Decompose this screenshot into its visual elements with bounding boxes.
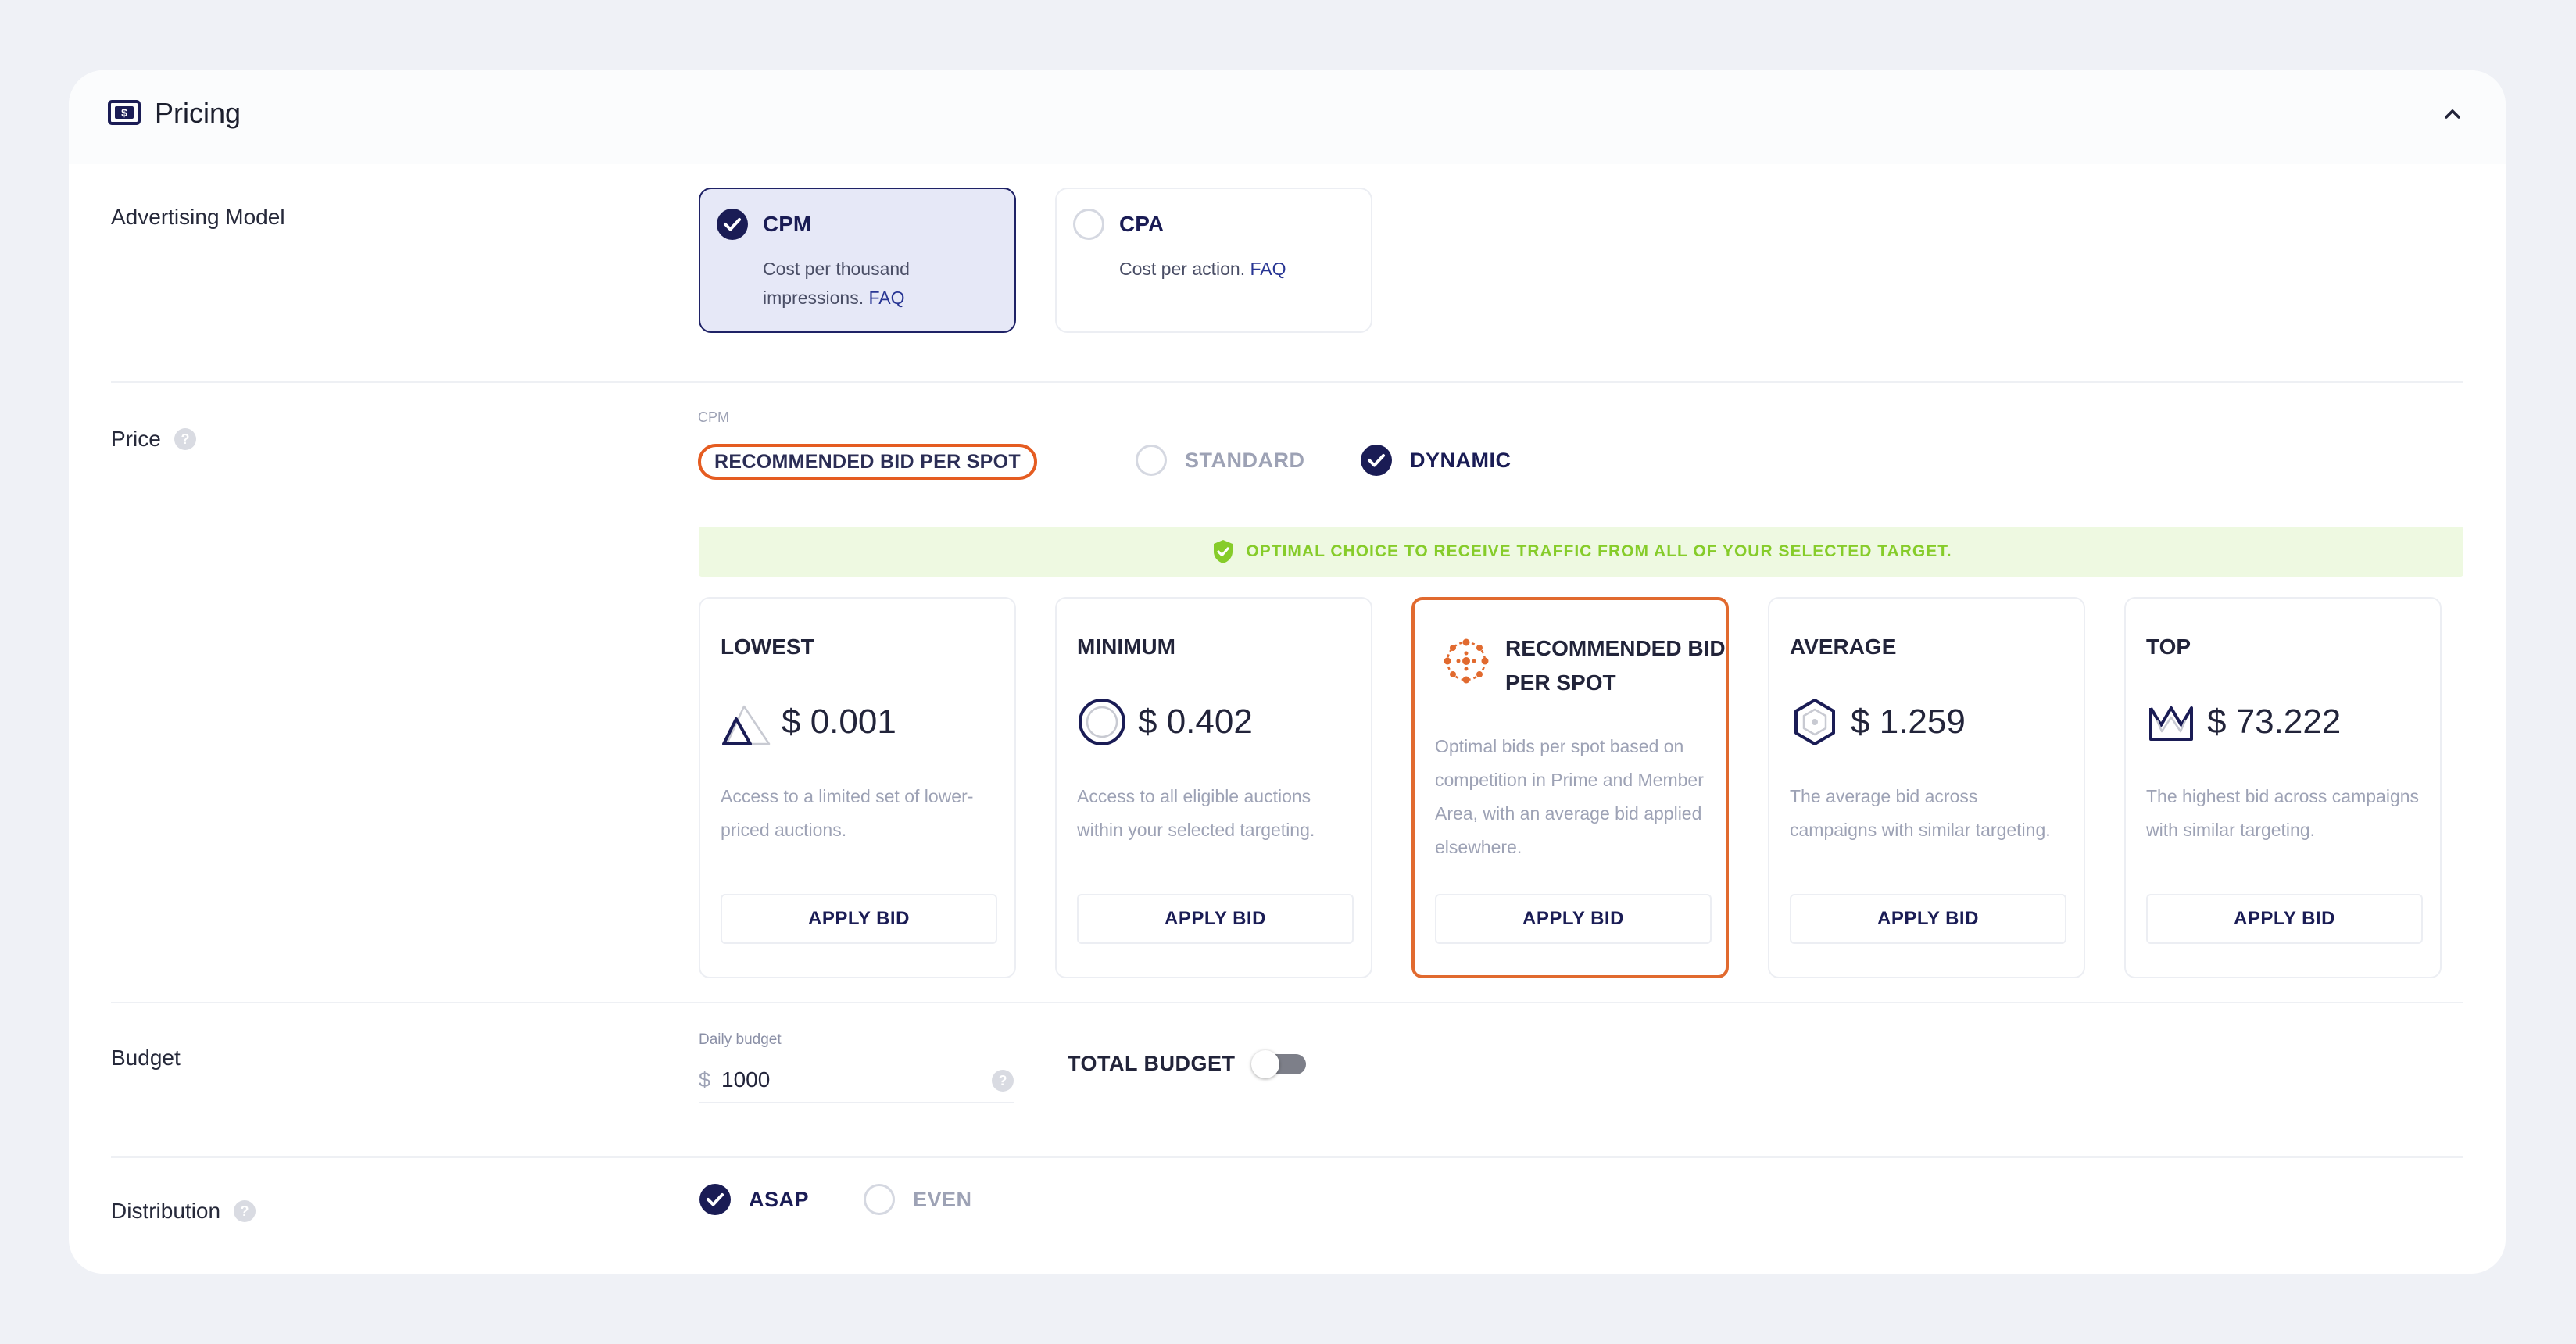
price-mode-label: STANDARD <box>1185 448 1305 472</box>
bid-title: LOWEST <box>721 634 814 659</box>
budget-label: Budget <box>111 1042 181 1074</box>
faq-link[interactable]: FAQ <box>869 288 905 308</box>
divider <box>111 1002 2463 1003</box>
model-card-cpa[interactable]: CPA Cost per action. FAQ <box>1055 188 1372 333</box>
price-label: Price ? <box>111 424 197 455</box>
svg-text:?: ? <box>181 431 189 447</box>
help-icon[interactable]: ? <box>233 1199 256 1223</box>
circle-icon <box>1079 699 1125 745</box>
bid-card-recommended: RECOMMENDED BID PER SPOT Optimal bids pe… <box>1411 597 1729 978</box>
check-circle-icon <box>717 209 748 240</box>
pricing-panel: $ Pricing Advertising Model CPM Cost per… <box>69 70 2506 1274</box>
model-title: CPA <box>1119 212 1165 236</box>
bid-price: $ 0.402 <box>1138 702 1253 741</box>
bid-desc: The highest bid across campaigns with si… <box>2146 786 2420 840</box>
help-icon[interactable]: ? <box>174 427 197 451</box>
bid-card-top: TOP $ 73.222 The highest bid across camp… <box>2124 597 2442 978</box>
apply-bid-button[interactable]: APPLY BID <box>1790 894 2066 944</box>
apply-bid-button[interactable]: APPLY BID <box>2146 894 2423 944</box>
distribution-asap[interactable]: ASAP <box>699 1183 809 1216</box>
distribution-option-label: EVEN <box>913 1187 972 1211</box>
bid-desc: Access to all eligible auctions within y… <box>1077 786 1315 840</box>
check-circle-icon <box>699 1184 731 1215</box>
price-label-text: Price <box>111 427 161 451</box>
panel-title: Pricing <box>155 97 242 129</box>
svg-text:?: ? <box>241 1203 249 1219</box>
price-mode-dynamic[interactable]: DYNAMIC <box>1360 444 1512 477</box>
model-desc: Cost per thousand impressions. FAQ <box>763 255 997 313</box>
model-title: CPM <box>763 212 812 236</box>
advertising-model-label-text: Advertising Model <box>111 205 285 229</box>
radio-empty-icon <box>1136 445 1167 476</box>
bid-price: $ 73.222 <box>2207 702 2342 741</box>
distribution-even[interactable]: EVEN <box>863 1183 972 1216</box>
divider <box>111 1156 2463 1158</box>
optimal-choice-banner: OPTIMAL CHOICE TO RECEIVE TRAFFIC FROM A… <box>699 527 2463 577</box>
toggle-knob <box>1250 1050 1279 1078</box>
bid-title: MINIMUM <box>1077 634 1175 659</box>
bid-card-minimum: MINIMUM $ 0.402 Access to all eligible a… <box>1055 597 1372 978</box>
distribution-label: Distribution ? <box>111 1196 256 1227</box>
cpm-tag: CPM <box>698 409 729 425</box>
check-circle-icon <box>1361 445 1392 476</box>
model-desc-text: Cost per action. <box>1119 259 1246 279</box>
faq-link[interactable]: FAQ <box>1250 259 1286 279</box>
help-icon[interactable]: ? <box>991 1069 1014 1092</box>
price-mode-label: DYNAMIC <box>1410 448 1512 472</box>
panel-header: $ Pricing <box>69 70 2506 164</box>
distribution-label-text: Distribution <box>111 1199 221 1223</box>
budget-label-text: Budget <box>111 1046 181 1070</box>
bid-card-lowest: LOWEST $ 0.001 Access to a limited set o… <box>699 597 1016 978</box>
bid-desc: Access to a limited set of lower-priced … <box>721 786 974 840</box>
divider <box>111 381 2463 383</box>
crown-icon <box>2149 706 2193 741</box>
model-card-cpm[interactable]: CPM Cost per thousand impressions. FAQ <box>699 188 1016 333</box>
apply-bid-button[interactable]: APPLY BID <box>1435 894 1712 944</box>
currency-symbol: $ <box>699 1067 711 1092</box>
hexagon-icon <box>1794 699 1835 745</box>
distribution-option-label: ASAP <box>749 1187 810 1211</box>
shield-check-icon <box>1214 540 1233 563</box>
triangle-icon <box>722 705 771 745</box>
radio-empty-icon <box>864 1184 895 1215</box>
price-mode-standard[interactable]: STANDARD <box>1135 444 1305 477</box>
bid-desc: Optimal bids per spot based on competiti… <box>1435 736 1704 857</box>
bid-title: TOP <box>2146 634 2191 659</box>
bid-desc: The average bid across campaigns with si… <box>1790 786 2051 840</box>
total-budget: TOTAL BUDGET <box>1068 1050 1309 1078</box>
advertising-model-label: Advertising Model <box>111 202 285 233</box>
bid-title: AVERAGE <box>1790 634 1897 659</box>
apply-bid-button[interactable]: APPLY BID <box>1077 894 1354 944</box>
bid-price: $ 1.259 <box>1851 702 1966 741</box>
apply-bid-button[interactable]: APPLY BID <box>721 894 997 944</box>
total-budget-label: TOTAL BUDGET <box>1068 1051 1236 1075</box>
svg-text:?: ? <box>999 1073 1007 1088</box>
daily-budget-input[interactable] <box>721 1067 957 1092</box>
bid-title: RECOMMENDED BID PER SPOT <box>1505 636 1726 695</box>
model-desc: Cost per action. FAQ <box>1119 255 1354 284</box>
banner-text: OPTIMAL CHOICE TO RECEIVE TRAFFIC FROM A… <box>1246 542 1952 560</box>
daily-budget-field: $ ? <box>699 1058 1014 1103</box>
dollar-bill-icon: $ <box>108 100 141 125</box>
total-budget-toggle[interactable] <box>1250 1050 1309 1078</box>
bid-card-average: AVERAGE $ 1.259 The average bid across c… <box>1768 597 2085 978</box>
network-icon <box>1444 638 1489 684</box>
recommended-bid-pill[interactable]: RECOMMENDED BID PER SPOT <box>698 444 1037 480</box>
svg-text:$: $ <box>121 106 127 119</box>
bid-price: $ 0.001 <box>782 702 896 741</box>
daily-budget-label: Daily budget <box>699 1031 782 1048</box>
radio-empty-icon <box>1073 209 1104 240</box>
chevron-up-icon[interactable] <box>2438 100 2467 128</box>
